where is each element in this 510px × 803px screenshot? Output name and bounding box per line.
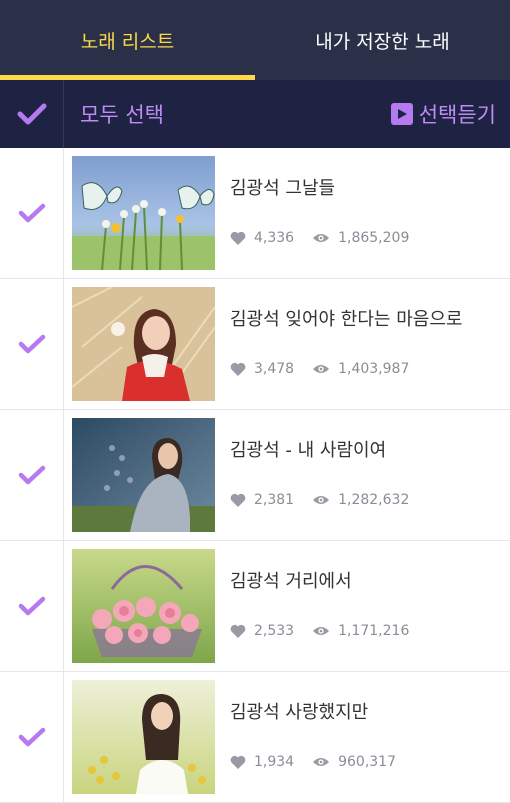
select-all-checkbox[interactable] (0, 80, 64, 148)
song-checkbox[interactable] (0, 148, 64, 278)
like-count-value: 3,478 (254, 361, 295, 377)
check-icon (18, 203, 45, 223)
like-count-value: 2,533 (254, 623, 295, 639)
song-title[interactable]: 김광석 - 내 사람이여 (230, 436, 386, 462)
song-thumbnail[interactable] (72, 680, 215, 794)
check-icon (18, 596, 45, 616)
eye-icon (313, 627, 330, 635)
check-icon (17, 103, 46, 125)
song-stats: 4,336 1,865,209 (230, 230, 427, 246)
song-row[interactable]: 김광석 거리에서 2,533 1,171,216 (0, 541, 510, 672)
song-title[interactable]: 김광석 그날들 (230, 174, 335, 200)
view-count: 1,403,987 (312, 361, 409, 377)
heart-icon (230, 231, 246, 245)
song-checkbox[interactable] (0, 279, 64, 409)
view-count: 1,171,216 (312, 623, 409, 639)
song-checkbox[interactable] (0, 410, 64, 540)
song-thumbnail[interactable] (72, 156, 215, 270)
heart-icon (230, 755, 246, 769)
like-count: 1,934 (230, 754, 294, 770)
song-stats: 2,533 1,171,216 (230, 623, 427, 639)
heart-icon (230, 624, 246, 638)
tab-song-list-label: 노래 리스트 (80, 30, 175, 53)
song-thumbnail[interactable] (72, 549, 215, 663)
view-count-value: 1,403,987 (338, 361, 410, 377)
like-count: 3,478 (230, 361, 294, 377)
heart-icon (230, 362, 246, 376)
select-bar: 모두 선택 선택듣기 (0, 80, 510, 148)
tab-saved-songs-label: 내가 저장한 노래 (315, 30, 450, 53)
view-count-value: 1,865,209 (338, 230, 410, 246)
heart-icon (230, 493, 246, 507)
listen-selected-button[interactable]: 선택듣기 (390, 80, 496, 148)
view-count: 960,317 (312, 754, 396, 770)
song-title[interactable]: 김광석 잊어야 한다는 마음으로 (230, 305, 462, 331)
song-row[interactable]: 김광석 - 내 사람이여 2,381 1,282,632 (0, 410, 510, 541)
eye-icon (313, 234, 330, 242)
song-row[interactable]: 김광석 사랑했지만 1,934 960,317 (0, 672, 510, 803)
play-icon (390, 103, 413, 125)
listen-selected-label: 선택듣기 (418, 103, 496, 127)
song-thumbnail[interactable] (72, 418, 215, 532)
song-stats: 3,478 1,403,987 (230, 361, 427, 377)
eye-icon (313, 496, 330, 504)
song-row[interactable]: 김광석 잊어야 한다는 마음으로 3,478 1,403,987 (0, 279, 510, 410)
view-count-value: 1,171,216 (338, 623, 410, 639)
view-count: 1,865,209 (312, 230, 409, 246)
song-thumbnail[interactable] (72, 287, 215, 401)
check-icon (18, 465, 45, 485)
view-count-value: 1,282,632 (338, 492, 410, 508)
like-count-value: 1,934 (254, 754, 295, 770)
song-list: 김광석 그날들 4,336 1,865,209 김광석 잊어야 한다는 마음으로… (0, 148, 510, 803)
song-row[interactable]: 김광석 그날들 4,336 1,865,209 (0, 148, 510, 279)
check-icon (18, 334, 45, 354)
select-all-label[interactable]: 모두 선택 (80, 80, 164, 148)
like-count: 2,381 (230, 492, 294, 508)
check-icon (18, 727, 45, 747)
tab-song-list[interactable]: 노래 리스트 (0, 0, 255, 80)
view-count: 1,282,632 (312, 492, 409, 508)
song-stats: 1,934 960,317 (230, 754, 414, 770)
song-checkbox[interactable] (0, 541, 64, 671)
view-count-value: 960,317 (338, 754, 396, 770)
song-stats: 2,381 1,282,632 (230, 492, 427, 508)
song-title[interactable]: 김광석 거리에서 (230, 567, 352, 593)
eye-icon (313, 365, 330, 373)
song-checkbox[interactable] (0, 672, 64, 802)
like-count: 2,533 (230, 623, 294, 639)
like-count-value: 4,336 (254, 230, 295, 246)
like-count-value: 2,381 (254, 492, 295, 508)
eye-icon (313, 758, 330, 766)
like-count: 4,336 (230, 230, 294, 246)
tab-bar: 노래 리스트 내가 저장한 노래 (0, 0, 510, 80)
song-title[interactable]: 김광석 사랑했지만 (230, 698, 368, 724)
tab-saved-songs[interactable]: 내가 저장한 노래 (255, 0, 510, 80)
